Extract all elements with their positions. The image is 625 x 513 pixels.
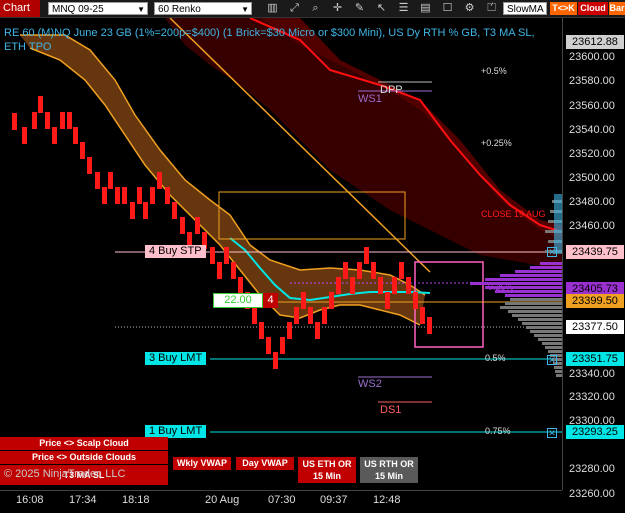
close-order-icon[interactable]: ✕ (547, 428, 557, 438)
cursor-icon[interactable]: ↖ (374, 1, 389, 16)
time-axis[interactable]: 16:08 17:34 18:18 20 Aug 07:30 09:37 12:… (0, 490, 562, 513)
price-tick: 23340.00 (569, 368, 615, 380)
price-axis[interactable]: 23600.00 23580.00 23560.00 23540.00 2352… (562, 18, 625, 500)
properties-icon[interactable]: ☰ (396, 1, 411, 16)
time-tick: 16:08 (16, 494, 44, 506)
chart-panel[interactable]: RE 60 (M)NQ June 23 GB (1%=200p=$400) (1… (0, 18, 562, 490)
us-rth-or-button[interactable]: US RTH OR 15 Min (360, 457, 418, 483)
close-order-icon[interactable]: ✕ (547, 247, 557, 257)
chevron-down-icon: ▼ (241, 5, 249, 14)
outside-clouds-button[interactable]: Price <> Outside Clouds (0, 451, 168, 464)
zoom-icon[interactable]: ⌕ (308, 1, 323, 16)
chart-drawing (12, 18, 562, 433)
chevron-down-icon: ▼ (137, 5, 145, 14)
crosshair-icon[interactable]: ✛ (330, 1, 345, 16)
price-tick: 23260.00 (569, 488, 615, 500)
price-marker-buy-lmt-1: 23351.75 (566, 352, 624, 366)
dpp-label: DPP (380, 84, 403, 96)
strategy-icon[interactable]: ⚙ (462, 1, 477, 16)
price-tick: 23480.00 (569, 196, 615, 208)
time-tick: 07:30 (268, 494, 296, 506)
time-tick: 09:37 (320, 494, 348, 506)
bar-type-label: 60 Renko (158, 4, 201, 15)
price-tick: 23600.00 (569, 51, 615, 63)
pct-label-minus-025: -0.25% (485, 282, 514, 292)
pan-icon[interactable]: ⤢ (287, 1, 302, 16)
pct-label-plus-025: +0.25% (481, 138, 512, 148)
price-tick: 23560.00 (569, 100, 615, 112)
price-tick: 23500.00 (569, 172, 615, 184)
position-quantity[interactable]: 4 (263, 293, 278, 308)
pink-zone-box (414, 261, 484, 348)
toolbar: Chart MNQ 09-25 ▼ 60 Renko ▼ ▥ ⤢ ⌕ ✛ ✎ ↖ ☰… (0, 0, 625, 18)
buy-stp-order[interactable]: 4 Buy STP (145, 245, 206, 258)
alert-icon[interactable]: ⏍ (484, 1, 499, 16)
indicator-selector[interactable]: SlowMA (503, 2, 547, 15)
time-tick: 12:48 (373, 494, 401, 506)
cloud-toggle-button[interactable]: Cloud (578, 2, 608, 15)
time-tick: 17:34 (69, 494, 97, 506)
ws1-label: WS1 (358, 93, 382, 105)
tc-toggle-button[interactable]: T<>K (550, 2, 577, 15)
close-order-icon[interactable]: ✕ (547, 355, 557, 365)
chart-title: RE 60 (M)NQ June 23 GB (1%=200p=$400) (1… (4, 27, 535, 53)
price-marker-buy-lmt-2: 23293.25 (566, 425, 624, 439)
template-icon[interactable]: ▤ (418, 1, 433, 16)
ws2-label: WS2 (358, 378, 382, 390)
volume-profile (470, 262, 562, 297)
buy-lmt-order-1[interactable]: 3 Buy LMT (145, 352, 207, 365)
price-marker-position: 23399.50 (566, 294, 624, 308)
volume-profile-blue (554, 194, 562, 254)
day-vwap-button[interactable]: Day VWAP (236, 457, 294, 470)
scalp-cloud-button[interactable]: Price <> Scalp Cloud (0, 437, 168, 450)
copyright: © 2025 NinjaTrader, LLC (4, 468, 126, 480)
price-marker-high: 23612.88 (566, 35, 624, 49)
price-tick: 23520.00 (569, 148, 615, 160)
time-tick: 18:18 (122, 494, 150, 506)
pct-label-plus-05: +0.5% (481, 66, 507, 76)
draw-tool-icon[interactable]: ✎ (352, 1, 367, 16)
price-tick: 23320.00 (569, 391, 615, 403)
bar-type-selector[interactable]: 60 Renko ▼ (154, 2, 252, 15)
order-icon[interactable]: ☐ (440, 1, 455, 16)
pct-label-minus-075: 0.75% (485, 426, 511, 436)
ds1-label: DS1 (380, 404, 402, 416)
bars-icon[interactable]: ▥ (265, 1, 280, 16)
instrument-selector[interactable]: MNQ 09-25 ▼ (48, 2, 148, 15)
chart-menu-button[interactable]: Chart (0, 0, 40, 17)
price-tick: 23540.00 (569, 124, 615, 136)
price-marker-last: 23377.50 (566, 320, 624, 334)
price-marker-buy-stp: 23439.75 (566, 245, 624, 259)
time-tick: 20 Aug (205, 494, 240, 506)
pct-label-minus-05: 0.5% (485, 353, 506, 363)
bar-toggle-button[interactable]: Bar (609, 2, 625, 15)
price-tick: 23280.00 (569, 463, 615, 475)
wkly-vwap-button[interactable]: Wkly VWAP (173, 457, 231, 470)
instrument-label: MNQ 09-25 (52, 4, 104, 15)
us-eth-or-button[interactable]: US ETH OR 15 Min (298, 457, 356, 483)
position-value[interactable]: 22.00 (213, 293, 263, 308)
price-tick: 23580.00 (569, 75, 615, 87)
indicator-label: SlowMA (507, 4, 544, 15)
price-tick: 23460.00 (569, 220, 615, 232)
close-label: CLOSE 19 AUG (481, 209, 546, 219)
